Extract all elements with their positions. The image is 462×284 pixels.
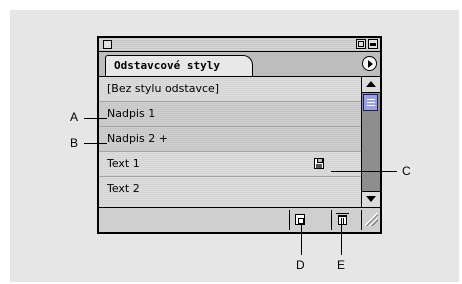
zoom-box-icon[interactable]	[356, 39, 366, 49]
callout-e-label: E	[337, 258, 346, 272]
callout-d-label: D	[296, 258, 305, 272]
tab-label: Odstavcové styly	[114, 59, 220, 72]
callout-a-label: A	[70, 110, 79, 124]
panel-titlebar[interactable]	[99, 38, 380, 52]
resize-grip-icon	[365, 213, 378, 226]
callout-e-line	[341, 225, 342, 255]
paragraph-styles-panel: Odstavcové styly [Bez stylu odstavce] Na…	[97, 36, 382, 234]
styles-list: [Bez stylu odstavce] Nadpis 1 Nadpis 2 +…	[99, 77, 361, 207]
tab-row: Odstavcové styly	[99, 52, 380, 77]
new-style-icon	[295, 214, 305, 225]
list-item[interactable]: Text 1	[99, 152, 361, 177]
tab-paragraph-styles[interactable]: Odstavcové styly	[105, 55, 253, 76]
close-box-icon[interactable]	[103, 40, 112, 49]
list-item-label: Nadpis 2 +	[107, 132, 168, 145]
callout-c-label: C	[402, 164, 411, 178]
callout-a-line	[84, 118, 107, 119]
callout-b-line	[84, 143, 107, 144]
panel-menu-arrow-icon[interactable]	[362, 56, 377, 71]
scroll-down-arrow-icon[interactable]	[362, 191, 380, 207]
trash-icon	[336, 213, 349, 225]
delete-style-button[interactable]	[331, 210, 353, 230]
scroll-up-arrow-icon[interactable]	[362, 77, 380, 93]
collapse-box-icon[interactable]	[368, 39, 378, 49]
list-item-label: [Bez stylu odstavce]	[107, 82, 220, 95]
list-item[interactable]: Nadpis 1	[99, 102, 361, 127]
list-item[interactable]: [Bez stylu odstavce]	[99, 77, 361, 102]
disk-icon	[314, 158, 324, 169]
panel-bottom-bar	[99, 207, 380, 232]
list-item-label: Nadpis 1	[107, 107, 156, 120]
list-item[interactable]: Nadpis 2 +	[99, 127, 361, 152]
new-style-button[interactable]	[289, 210, 311, 230]
scroll-thumb[interactable]	[363, 94, 378, 111]
list-item[interactable]: Text 2	[99, 177, 361, 207]
callout-b-label: B	[70, 136, 79, 150]
callout-d-line	[301, 225, 302, 255]
resize-handle[interactable]	[361, 210, 380, 230]
vertical-scrollbar[interactable]	[361, 77, 380, 207]
list-item-label: Text 1	[107, 157, 140, 170]
list-item-label: Text 2	[107, 182, 140, 195]
callout-c-line	[331, 171, 397, 172]
